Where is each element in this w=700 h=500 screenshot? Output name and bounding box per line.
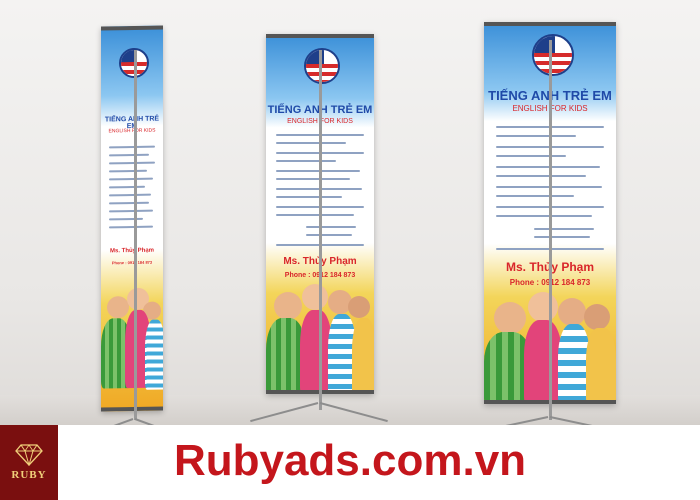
standee-right: TIẾNG ANH TRẺ EM ENGLISH FOR KIDS Ms. Th… <box>470 20 630 425</box>
banner-logo <box>304 48 340 84</box>
product-photo: TIẾNG ANH TRẺ EM ENGLISH FOR KIDS Ms. Th… <box>0 0 700 425</box>
banner-phone: Phone : 0912 184 873 <box>111 259 153 266</box>
banner-logo <box>532 34 574 76</box>
banner-subtitle: ENGLISH FOR KIDS <box>108 127 156 135</box>
standee-left: TIẾNG ANH TRẺ EM ENGLISH FOR KIDS Ms. Th… <box>85 20 183 425</box>
banner-teacher: Ms. Thủy Phạm <box>109 247 154 255</box>
website-url[interactable]: Rubyads.com.vn <box>0 436 700 486</box>
standee-middle: TIẾNG ANH TRẺ EM ENGLISH FOR KIDS Ms. Th… <box>250 30 390 423</box>
banner-left: TIẾNG ANH TRẺ EM ENGLISH FOR KIDS Ms. Th… <box>101 25 163 412</box>
